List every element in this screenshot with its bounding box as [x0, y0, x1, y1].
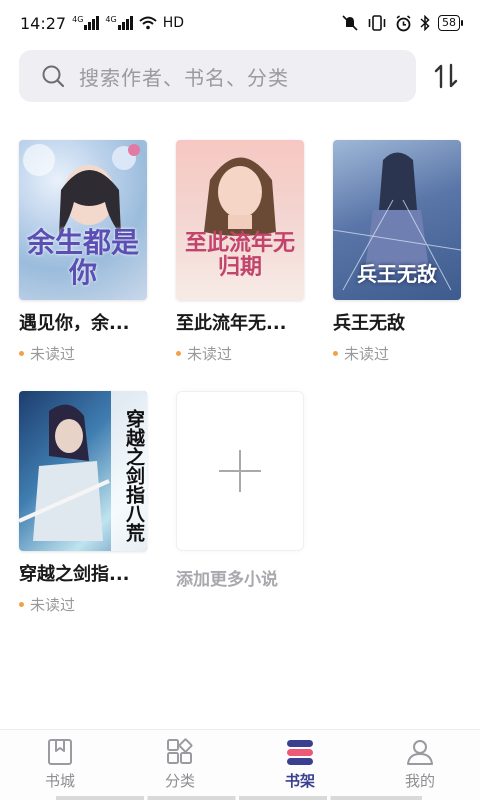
- search-row: 搜索作者、书名、分类: [19, 50, 464, 102]
- status-dot: [333, 351, 338, 356]
- search-icon: [42, 65, 65, 88]
- bookmark-icon: [48, 739, 72, 765]
- book-card[interactable]: 兵王无敌 兵王无敌 未读过: [333, 140, 463, 364]
- book-title: 穿越之剑指...: [19, 564, 130, 585]
- battery-icon: 58: [438, 15, 463, 31]
- home-indicator: [56, 796, 422, 800]
- sort-icon: [434, 63, 458, 89]
- add-book-button[interactable]: [176, 391, 304, 551]
- book-title: 至此流年无...: [176, 313, 287, 334]
- wifi-icon: [139, 16, 157, 30]
- nav-label: 书城: [44, 772, 75, 790]
- book-cover[interactable]: 兵王无敌: [333, 140, 461, 300]
- book-card[interactable]: 穿越之剑指八荒 穿越之剑指... 未读过: [19, 391, 149, 615]
- cover-title: 至此流年无归期: [184, 231, 295, 280]
- book-cover[interactable]: 余生都是你: [19, 140, 147, 300]
- search-input[interactable]: 搜索作者、书名、分类: [19, 50, 416, 102]
- book-cover[interactable]: 穿越之剑指八荒: [19, 391, 147, 551]
- bluetooth-icon: [420, 15, 430, 31]
- cover-title: 余生都是你: [26, 226, 139, 289]
- book-cover[interactable]: 至此流年无归期: [176, 140, 304, 300]
- book-card[interactable]: 至此流年无归期 至此流年无... 未读过: [176, 140, 306, 364]
- read-status-label: 未读过: [30, 596, 76, 614]
- add-book-card[interactable]: 添加更多小说: [176, 391, 306, 590]
- nav-item-bookstore[interactable]: 书城: [0, 730, 120, 800]
- mute-icon: [342, 15, 358, 31]
- book-title: 遇见你，余...: [19, 313, 130, 334]
- cover-title: 兵王无敌: [357, 262, 437, 286]
- status-dot: [19, 351, 24, 356]
- read-status: 未读过: [19, 594, 149, 615]
- nav-item-category[interactable]: 分类: [120, 730, 240, 800]
- nav-item-profile[interactable]: 我的: [360, 730, 480, 800]
- nav-label: 分类: [164, 772, 195, 790]
- cover-title: 穿越之剑指八荒: [123, 408, 145, 542]
- nav-label: 我的: [404, 772, 435, 790]
- category-icon: [167, 738, 193, 764]
- book-card[interactable]: 余生都是你 遇见你，余... 未读过: [19, 140, 149, 364]
- status-dot: [176, 351, 181, 356]
- read-status: 未读过: [19, 343, 149, 364]
- bookshelf-icon: [287, 740, 313, 765]
- read-status-label: 未读过: [30, 345, 76, 363]
- profile-icon: [407, 740, 433, 765]
- network-label: HD: [162, 15, 185, 31]
- signal-icon: 4G: [105, 16, 133, 30]
- status-time: 14:27: [20, 13, 67, 33]
- plus-icon: [219, 450, 261, 492]
- nav-label: 书架: [284, 772, 315, 790]
- nav-item-bookshelf[interactable]: 书架: [240, 730, 360, 800]
- signal-icon: 4G: [72, 16, 100, 30]
- bottom-nav: 书城 分类 书架 我的: [0, 729, 480, 800]
- add-more-label: 添加更多小说: [176, 570, 278, 590]
- sort-button[interactable]: [428, 56, 464, 96]
- vibrate-icon: [368, 15, 386, 31]
- read-status: 未读过: [333, 343, 463, 364]
- alarm-icon: [396, 14, 411, 31]
- book-title: 兵王无敌: [333, 313, 405, 334]
- search-placeholder: 搜索作者、书名、分类: [79, 65, 289, 90]
- read-status: 未读过: [176, 343, 306, 364]
- read-status-label: 未读过: [344, 345, 390, 363]
- status-dot: [19, 602, 24, 607]
- status-bar: 14:27 4G 4G HD 58: [0, 0, 480, 46]
- read-status-label: 未读过: [187, 345, 233, 363]
